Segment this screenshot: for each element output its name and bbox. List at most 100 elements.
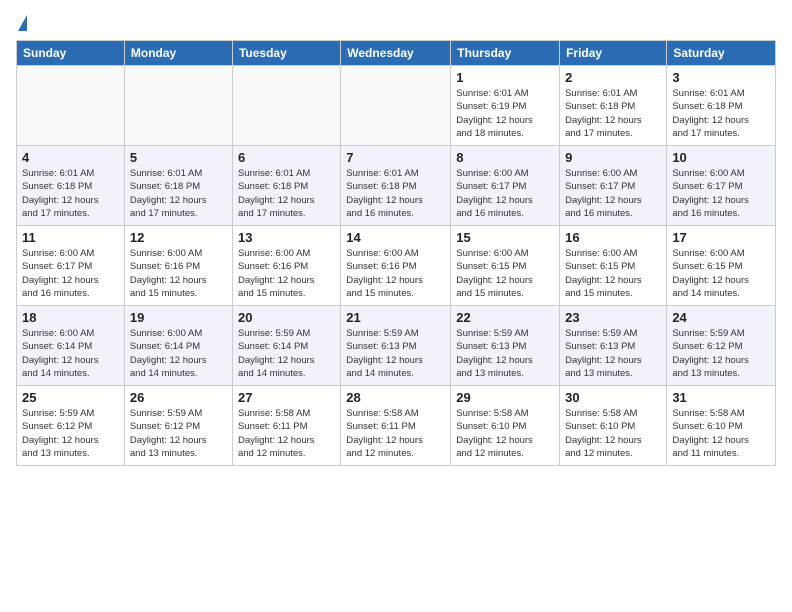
day-number: 23 bbox=[565, 310, 661, 325]
calendar-day-cell bbox=[17, 66, 125, 146]
day-info: Sunrise: 5:59 AM Sunset: 6:12 PM Dayligh… bbox=[22, 407, 119, 460]
calendar-day-cell: 30Sunrise: 5:58 AM Sunset: 6:10 PM Dayli… bbox=[560, 386, 667, 466]
day-number: 31 bbox=[672, 390, 770, 405]
calendar-week-row: 11Sunrise: 6:00 AM Sunset: 6:17 PM Dayli… bbox=[17, 226, 776, 306]
weekday-header-wednesday: Wednesday bbox=[341, 41, 451, 66]
day-info: Sunrise: 6:01 AM Sunset: 6:18 PM Dayligh… bbox=[238, 167, 335, 220]
calendar-day-cell: 22Sunrise: 5:59 AM Sunset: 6:13 PM Dayli… bbox=[451, 306, 560, 386]
calendar-day-cell: 27 Sunrise: 5:58 AM Sunset: 6:11 PM Dayli… bbox=[232, 386, 340, 466]
day-info: Sunrise: 6:01 AM Sunset: 6:18 PM Dayligh… bbox=[565, 87, 661, 140]
day-number: 8 bbox=[456, 150, 554, 165]
day-info: Sunrise: 6:01 AM Sunset: 6:18 PM Dayligh… bbox=[346, 167, 445, 220]
day-number: 9 bbox=[565, 150, 661, 165]
calendar-day-cell: 7 Sunrise: 6:01 AM Sunset: 6:18 PM Daylig… bbox=[341, 146, 451, 226]
calendar-day-cell: 28 Sunrise: 5:58 AM Sunset: 6:11 PM Dayli… bbox=[341, 386, 451, 466]
day-number: 16 bbox=[565, 230, 661, 245]
day-number: 11 bbox=[22, 230, 119, 245]
day-info: Sunrise: 6:00 AM Sunset: 6:17 PM Dayligh… bbox=[456, 167, 554, 220]
calendar-day-cell: 14 Sunrise: 6:00 AM Sunset: 6:16 PM Dayli… bbox=[341, 226, 451, 306]
day-number: 4 bbox=[22, 150, 119, 165]
day-info: Sunrise: 6:00 AM Sunset: 6:15 PM Dayligh… bbox=[456, 247, 554, 300]
day-number: 19 bbox=[130, 310, 227, 325]
calendar-day-cell: 26Sunrise: 5:59 AM Sunset: 6:12 PM Dayli… bbox=[124, 386, 232, 466]
calendar-day-cell: 10 Sunrise: 6:00 AM Sunset: 6:17 PM Dayli… bbox=[667, 146, 776, 226]
day-info: Sunrise: 5:58 AM Sunset: 6:10 PM Dayligh… bbox=[456, 407, 554, 460]
calendar-day-cell: 5 Sunrise: 6:01 AM Sunset: 6:18 PM Daylig… bbox=[124, 146, 232, 226]
day-info: Sunrise: 6:00 AM Sunset: 6:15 PM Dayligh… bbox=[672, 247, 770, 300]
weekday-header-saturday: Saturday bbox=[667, 41, 776, 66]
calendar-day-cell: 17 Sunrise: 6:00 AM Sunset: 6:15 PM Dayli… bbox=[667, 226, 776, 306]
calendar-day-cell: 6 Sunrise: 6:01 AM Sunset: 6:18 PM Daylig… bbox=[232, 146, 340, 226]
day-number: 13 bbox=[238, 230, 335, 245]
day-number: 14 bbox=[346, 230, 445, 245]
day-info: Sunrise: 5:58 AM Sunset: 6:10 PM Dayligh… bbox=[565, 407, 661, 460]
day-number: 1 bbox=[456, 70, 554, 85]
day-info: Sunrise: 6:01 AM Sunset: 6:18 PM Dayligh… bbox=[130, 167, 227, 220]
day-number: 18 bbox=[22, 310, 119, 325]
weekday-header-sunday: Sunday bbox=[17, 41, 125, 66]
weekday-header-monday: Monday bbox=[124, 41, 232, 66]
day-number: 25 bbox=[22, 390, 119, 405]
day-info: Sunrise: 6:00 AM Sunset: 6:15 PM Dayligh… bbox=[565, 247, 661, 300]
day-number: 2 bbox=[565, 70, 661, 85]
page-header bbox=[16, 16, 776, 32]
calendar-day-cell: 1 Sunrise: 6:01 AM Sunset: 6:19 PM Daylig… bbox=[451, 66, 560, 146]
calendar-day-cell: 3Sunrise: 6:01 AM Sunset: 6:18 PM Daylig… bbox=[667, 66, 776, 146]
day-info: Sunrise: 6:01 AM Sunset: 6:18 PM Dayligh… bbox=[672, 87, 770, 140]
calendar-day-cell: 11Sunrise: 6:00 AM Sunset: 6:17 PM Dayli… bbox=[17, 226, 125, 306]
day-info: Sunrise: 6:00 AM Sunset: 6:16 PM Dayligh… bbox=[346, 247, 445, 300]
calendar-day-cell: 8 Sunrise: 6:00 AM Sunset: 6:17 PM Daylig… bbox=[451, 146, 560, 226]
day-info: Sunrise: 6:00 AM Sunset: 6:17 PM Dayligh… bbox=[672, 167, 770, 220]
logo bbox=[16, 16, 27, 32]
weekday-header-row: SundayMondayTuesdayWednesdayThursdayFrid… bbox=[17, 41, 776, 66]
day-info: Sunrise: 5:59 AM Sunset: 6:13 PM Dayligh… bbox=[346, 327, 445, 380]
calendar-day-cell: 18 Sunrise: 6:00 AM Sunset: 6:14 PM Dayli… bbox=[17, 306, 125, 386]
calendar-table: SundayMondayTuesdayWednesdayThursdayFrid… bbox=[16, 40, 776, 466]
calendar-day-cell: 15 Sunrise: 6:00 AM Sunset: 6:15 PM Dayli… bbox=[451, 226, 560, 306]
calendar-day-cell: 24Sunrise: 5:59 AM Sunset: 6:12 PM Dayli… bbox=[667, 306, 776, 386]
day-number: 21 bbox=[346, 310, 445, 325]
day-info: Sunrise: 5:58 AM Sunset: 6:10 PM Dayligh… bbox=[672, 407, 770, 460]
day-number: 26 bbox=[130, 390, 227, 405]
day-info: Sunrise: 6:00 AM Sunset: 6:16 PM Dayligh… bbox=[238, 247, 335, 300]
day-info: Sunrise: 6:00 AM Sunset: 6:17 PM Dayligh… bbox=[565, 167, 661, 220]
day-info: Sunrise: 6:01 AM Sunset: 6:19 PM Dayligh… bbox=[456, 87, 554, 140]
day-info: Sunrise: 5:58 AM Sunset: 6:11 PM Dayligh… bbox=[346, 407, 445, 460]
calendar-day-cell bbox=[124, 66, 232, 146]
calendar-day-cell: 23 Sunrise: 5:59 AM Sunset: 6:13 PM Dayli… bbox=[560, 306, 667, 386]
calendar-day-cell: 16 Sunrise: 6:00 AM Sunset: 6:15 PM Dayli… bbox=[560, 226, 667, 306]
day-info: Sunrise: 6:00 AM Sunset: 6:14 PM Dayligh… bbox=[22, 327, 119, 380]
calendar-day-cell bbox=[232, 66, 340, 146]
day-number: 7 bbox=[346, 150, 445, 165]
day-info: Sunrise: 5:59 AM Sunset: 6:13 PM Dayligh… bbox=[565, 327, 661, 380]
day-number: 22 bbox=[456, 310, 554, 325]
day-number: 29 bbox=[456, 390, 554, 405]
day-info: Sunrise: 6:01 AM Sunset: 6:18 PM Dayligh… bbox=[22, 167, 119, 220]
calendar-week-row: 4 Sunrise: 6:01 AM Sunset: 6:18 PM Daylig… bbox=[17, 146, 776, 226]
calendar-week-row: 25 Sunrise: 5:59 AM Sunset: 6:12 PM Dayli… bbox=[17, 386, 776, 466]
day-number: 27 bbox=[238, 390, 335, 405]
weekday-header-thursday: Thursday bbox=[451, 41, 560, 66]
calendar-day-cell: 29 Sunrise: 5:58 AM Sunset: 6:10 PM Dayli… bbox=[451, 386, 560, 466]
logo-triangle-icon bbox=[18, 15, 27, 31]
day-number: 28 bbox=[346, 390, 445, 405]
day-number: 6 bbox=[238, 150, 335, 165]
day-info: Sunrise: 5:58 AM Sunset: 6:11 PM Dayligh… bbox=[238, 407, 335, 460]
day-number: 17 bbox=[672, 230, 770, 245]
calendar-day-cell: 4 Sunrise: 6:01 AM Sunset: 6:18 PM Daylig… bbox=[17, 146, 125, 226]
day-number: 10 bbox=[672, 150, 770, 165]
day-number: 20 bbox=[238, 310, 335, 325]
day-info: Sunrise: 5:59 AM Sunset: 6:14 PM Dayligh… bbox=[238, 327, 335, 380]
calendar-day-cell: 19 Sunrise: 6:00 AM Sunset: 6:14 PM Dayli… bbox=[124, 306, 232, 386]
day-number: 5 bbox=[130, 150, 227, 165]
day-info: Sunrise: 6:00 AM Sunset: 6:14 PM Dayligh… bbox=[130, 327, 227, 380]
calendar-day-cell: 25 Sunrise: 5:59 AM Sunset: 6:12 PM Dayli… bbox=[17, 386, 125, 466]
weekday-header-friday: Friday bbox=[560, 41, 667, 66]
day-number: 15 bbox=[456, 230, 554, 245]
day-info: Sunrise: 5:59 AM Sunset: 6:12 PM Dayligh… bbox=[672, 327, 770, 380]
day-info: Sunrise: 6:00 AM Sunset: 6:16 PM Dayligh… bbox=[130, 247, 227, 300]
calendar-day-cell: 2 Sunrise: 6:01 AM Sunset: 6:18 PM Daylig… bbox=[560, 66, 667, 146]
day-number: 12 bbox=[130, 230, 227, 245]
calendar-week-row: 1 Sunrise: 6:01 AM Sunset: 6:19 PM Daylig… bbox=[17, 66, 776, 146]
calendar-day-cell: 13 Sunrise: 6:00 AM Sunset: 6:16 PM Dayli… bbox=[232, 226, 340, 306]
